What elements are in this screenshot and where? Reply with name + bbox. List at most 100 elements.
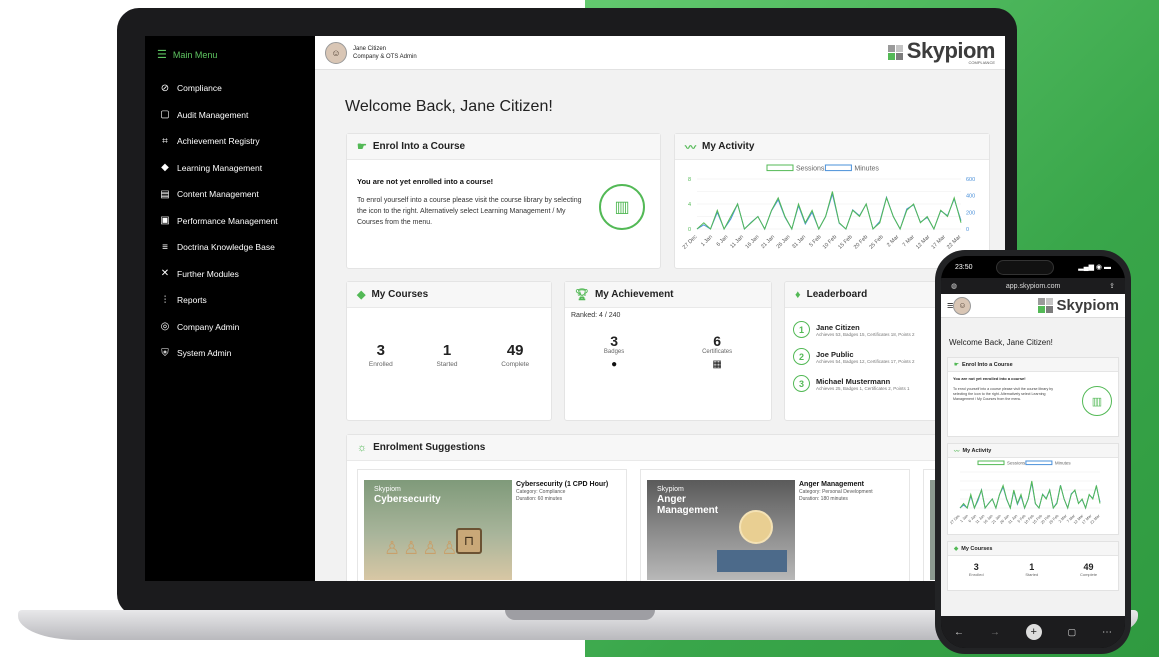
stat-label: Started <box>1025 572 1039 577</box>
enrol-heading: You are not yet enrolled into a course! <box>357 177 494 186</box>
x-tick-label: 31 Jan <box>1007 514 1018 525</box>
logo-text[interactable]: Skypiom <box>1056 297 1119 314</box>
sidebar-item-label: Content Management <box>177 189 259 200</box>
stat-certificates[interactable]: 6 Certificates ▦ <box>702 333 732 370</box>
course-duration: Duration: 180 minutes <box>799 496 848 502</box>
new-tab-icon[interactable]: + <box>1025 624 1042 640</box>
phone-enrol-card: ☛ Enrol Into a Course You are not yet enr… <box>947 357 1119 437</box>
laptop-notch <box>505 610 655 620</box>
marketing-stage: ☰ Main Menu ⊘ Compliance ▢ Audit Managemen… <box>0 0 1159 657</box>
sidebar-item-label: Performance Management <box>177 215 278 226</box>
card-title: Enrolment Suggestions <box>373 442 486 453</box>
x-tick-label: 12 Mar <box>915 234 931 250</box>
back-icon[interactable]: ← <box>954 627 964 638</box>
sidebar-item-performance-management[interactable]: ▣ Performance Management <box>145 208 315 235</box>
x-tick-label: 27 Dec <box>682 234 699 251</box>
series-line-minutes <box>959 482 1101 510</box>
stat-complete[interactable]: 49 Complete <box>501 342 529 368</box>
activity-chart: Sessions Minutes 0 4 8 0 200 400 600 27 Dec 1 Jan 6… <box>682 164 975 251</box>
legend-swatch-sessions <box>977 460 1005 466</box>
legend-swatch-minutes <box>1025 460 1053 466</box>
rank-badge: 1 <box>793 321 810 338</box>
user-name: Jane Citizen <box>353 45 387 52</box>
x-tick-label: 15 Feb <box>837 234 853 250</box>
sidebar-item-company-admin[interactable]: ◎ Company Admin <box>145 314 315 341</box>
x-tick-label: 27 Dec <box>949 514 960 525</box>
url-text: app.skypiom.com <box>1005 282 1061 290</box>
course-library-button[interactable]: ▥ <box>599 184 645 230</box>
skypiom-logo[interactable]: Skypiom COMPLIANCE <box>887 40 996 65</box>
clipboard-icon: ▢ <box>160 109 170 121</box>
page-title: Welcome Back, Jane Citizen! <box>345 98 553 115</box>
enrol-card: ☛ Enrol Into a Course You are not yet enr… <box>346 133 661 269</box>
check-circle-icon: ⊘ <box>160 82 170 94</box>
main-content: ☺ Jane Citizen Company & OTS Admin Skypi… <box>315 36 1005 581</box>
x-tick-label: 20 Feb <box>853 234 869 250</box>
user-menu[interactable]: ☺ Jane Citizen Company & OTS Admin <box>325 41 417 64</box>
graduation-cap-icon: ◆ <box>357 289 366 301</box>
database-icon: ≡ <box>162 241 168 253</box>
suggestion-card-anger-management[interactable]: Skypiom Anger Management Anger Management… <box>640 469 910 581</box>
stat-started[interactable]: 1 Started <box>1025 562 1038 577</box>
sidebar-item-compliance[interactable]: ⊘ Compliance <box>145 75 315 102</box>
stat-enrolled[interactable]: 3 Enrolled <box>369 342 393 368</box>
forward-icon[interactable]: → <box>990 627 1000 638</box>
suggestion-card-cybersecurity[interactable]: Skypiom Cybersecurity ⊓ ♙♙♙♙ Cybersecurit… <box>357 469 627 581</box>
stat-badges[interactable]: 3 Badges ● <box>604 333 624 370</box>
phone-frame: 23:50 ▂▄▆ ◉ ▬ ◍ app.skypiom.com ⇪ ≡ ☺ Sk… <box>935 250 1131 654</box>
suggestions-card: ☼ Enrolment Suggestions Skypiom Cybersecur… <box>346 434 1005 581</box>
phone-courses-card: ◆ My Courses 3 Enrolled 1 Started 49 Complet… <box>947 541 1119 591</box>
privacy-icon: ◍ <box>951 283 958 290</box>
enrol-body: To enrol yourself into a course please v… <box>357 197 582 226</box>
phone-top-bar: ≡ ☺ Skypiom <box>941 294 1125 318</box>
avatar[interactable]: ☺ <box>953 296 972 315</box>
tabs-icon[interactable]: ▢ <box>1068 627 1077 638</box>
card-title: My Courses <box>961 545 993 552</box>
sidebar-item-further-modules[interactable]: ✕ Further Modules <box>145 261 315 288</box>
sidebar-item-label: Further Modules <box>177 268 239 279</box>
share-icon[interactable]: ⇪ <box>1109 282 1115 290</box>
series-line-sessions <box>696 191 962 231</box>
tools-icon: ✕ <box>160 268 170 280</box>
enrol-heading: You are not yet enrolled into a course! <box>953 376 1026 381</box>
sidebar-item-doctrina-knowledge-base[interactable]: ≡ Doctrina Knowledge Base <box>145 234 315 261</box>
sidebar-item-audit-management[interactable]: ▢ Audit Management <box>145 102 315 129</box>
stat-value: 3 <box>973 562 979 572</box>
sidebar-item-reports[interactable]: ⫶ Reports <box>145 287 315 314</box>
main-menu-toggle[interactable]: ☰ Main Menu <box>145 46 315 75</box>
stat-label: Complete <box>1079 572 1098 577</box>
more-icon[interactable]: ⋯ <box>1102 627 1112 638</box>
card-title: My Activity <box>702 141 755 152</box>
thumbnail-title: Cybersecurity <box>374 494 441 505</box>
x-tick-label: 11 Jan <box>729 234 745 250</box>
stat-complete[interactable]: 49 Complete <box>1080 562 1097 577</box>
card-title: My Activity <box>962 447 992 454</box>
leader-name: Joe Public <box>816 349 854 359</box>
enrol-body: To enrol yourself into a course please v… <box>953 387 1054 401</box>
legend-label-minutes: Minutes <box>1055 460 1072 465</box>
stat-value: 1 <box>442 342 452 359</box>
stat-value: 3 <box>610 333 618 349</box>
stat-enrolled[interactable]: 3 Enrolled <box>969 562 984 577</box>
sidebar-item-system-admin[interactable]: ⛨ System Admin <box>145 340 315 367</box>
legend-label-sessions: Sessions <box>1007 460 1026 465</box>
sidebar-item-learning-management[interactable]: ◆ Learning Management <box>145 155 315 182</box>
course-category: Category: Personal Development <box>799 489 873 495</box>
sidebar-item-label: Learning Management <box>177 162 263 173</box>
stat-label: Badges <box>603 349 625 355</box>
thumbnail-brand: Skypiom <box>657 486 684 493</box>
y-right-tick-label: 0 <box>966 227 969 233</box>
trophy-icon: 🏆︎ <box>575 289 589 301</box>
rank-badge: 3 <box>793 375 810 392</box>
y-right-tick-label: 400 <box>966 194 975 200</box>
graduation-cap-icon: ◆ <box>161 162 169 174</box>
y-left-tick-label: 8 <box>688 177 691 183</box>
x-tick-label: 25 Feb <box>868 234 884 250</box>
figures-icon: ♙♙♙♙ <box>384 538 461 558</box>
course-library-button[interactable]: ▥ <box>1082 386 1112 416</box>
stat-started[interactable]: 1 Started <box>437 342 458 368</box>
sidebar-item-content-management[interactable]: ▤ Content Management <box>145 181 315 208</box>
sidebar-item-achievement-registry[interactable]: ⌗ Achievement Registry <box>145 128 315 155</box>
logo-mark-icon <box>887 45 903 60</box>
phone-url-bar[interactable]: ◍ app.skypiom.com ⇪ <box>941 278 1125 294</box>
